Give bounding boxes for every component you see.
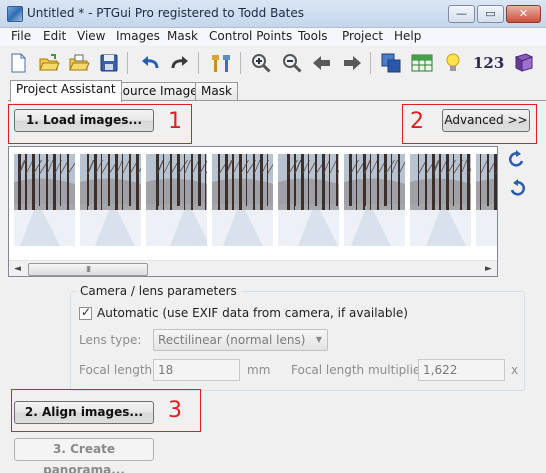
focal-length-input[interactable]: 18	[153, 359, 240, 381]
redo-icon[interactable]	[168, 51, 192, 75]
toolbar-separator	[198, 52, 199, 74]
menu-mask[interactable]: Mask	[167, 29, 198, 43]
annotation-number-3: 3	[168, 398, 182, 423]
checkmark-icon: ✓	[81, 305, 92, 319]
focal-multiplier-label: Focal length multiplier:	[291, 363, 430, 377]
toolbar: 123	[0, 46, 546, 80]
image-thumbnail[interactable]	[344, 154, 405, 246]
tools-icon[interactable]	[209, 51, 233, 75]
menu-help[interactable]: Help	[394, 29, 421, 43]
open-recent-icon[interactable]	[67, 51, 91, 75]
lens-type-value: Rectilinear (normal lens)	[158, 333, 306, 347]
new-file-icon[interactable]	[6, 51, 30, 75]
menu-project[interactable]: Project	[342, 29, 383, 43]
menu-view[interactable]: View	[77, 29, 105, 43]
panorama-editor-icon[interactable]	[379, 51, 403, 75]
thumbnail-strip[interactable]: ◄ III ►	[8, 146, 498, 277]
menu-tools[interactable]: Tools	[298, 29, 328, 43]
scrollbar-thumb[interactable]: III	[28, 263, 148, 276]
annotation-number-1: 1	[168, 109, 182, 134]
focal-multiplier-suffix: x	[511, 363, 519, 377]
window-title: Untitled * - PTGui Pro registered to Tod…	[27, 6, 305, 20]
automatic-exif-label: Automatic (use EXIF data from camera, if…	[97, 306, 408, 320]
app-icon	[7, 6, 23, 22]
focal-multiplier-input[interactable]: 1,622	[418, 359, 505, 381]
zoom-out-icon[interactable]	[280, 51, 304, 75]
tab-mask[interactable]: Mask	[195, 82, 238, 101]
image-thumbnail[interactable]	[14, 154, 75, 246]
lens-type-label: Lens type:	[79, 333, 142, 347]
lens-group-title: Camera / lens parameters	[76, 284, 241, 298]
create-panorama-button[interactable]: 3. Create panorama...	[14, 438, 154, 473]
back-arrow-icon[interactable]	[310, 51, 334, 75]
load-images-button[interactable]: 1. Load images...	[14, 109, 154, 132]
image-thumbnail[interactable]	[80, 154, 141, 246]
scroll-left-icon[interactable]: ◄	[9, 261, 26, 276]
focal-length-label: Focal length:	[79, 363, 157, 377]
menu-edit[interactable]: Edit	[43, 29, 66, 43]
menu-images[interactable]: Images	[116, 29, 160, 43]
table-icon[interactable]	[410, 51, 434, 75]
image-thumbnail[interactable]	[476, 154, 497, 246]
menu-bar: File Edit View Images Mask Control Point…	[0, 28, 546, 46]
tab-project-assistant[interactable]: Project Assistant	[10, 80, 122, 102]
tab-bar: Project Assistant Source Images Mask	[0, 80, 546, 102]
lens-type-select[interactable]: Rectilinear (normal lens) ▼	[153, 329, 328, 351]
toolbar-separator	[370, 52, 371, 74]
image-thumbnail[interactable]	[278, 154, 339, 246]
automatic-exif-checkbox[interactable]: ✓	[79, 305, 92, 320]
toolbar-separator	[127, 52, 128, 74]
minimize-button[interactable]: —	[448, 5, 475, 23]
numbers-icon[interactable]: 123	[473, 54, 504, 72]
image-thumbnail[interactable]	[212, 154, 273, 246]
align-images-button[interactable]: 2. Align images...	[14, 401, 154, 424]
toolbar-separator	[240, 52, 241, 74]
annotation-number-2: 2	[410, 109, 424, 134]
open-folder-icon[interactable]	[37, 51, 61, 75]
rotate-clockwise-icon[interactable]	[507, 178, 527, 198]
lightbulb-icon[interactable]	[441, 51, 465, 75]
forward-arrow-icon[interactable]	[340, 51, 364, 75]
menu-control-points[interactable]: Control Points	[209, 29, 292, 43]
rotate-counterclockwise-icon[interactable]	[507, 149, 527, 169]
title-bar: Untitled * - PTGui Pro registered to Tod…	[0, 0, 546, 28]
focal-length-unit: mm	[247, 363, 271, 377]
image-thumbnail[interactable]	[410, 154, 471, 246]
advanced-button[interactable]: Advanced >>	[442, 109, 530, 132]
menu-file[interactable]: File	[11, 29, 31, 43]
horizontal-scrollbar[interactable]: ◄ III ►	[9, 260, 497, 276]
maximize-button[interactable]: ▭	[477, 5, 504, 23]
image-thumbnail[interactable]	[146, 154, 207, 246]
close-button[interactable]: ✕	[506, 5, 541, 23]
chevron-down-icon: ▼	[315, 335, 322, 344]
zoom-in-icon[interactable]	[249, 51, 273, 75]
book-icon[interactable]	[512, 51, 536, 75]
scroll-right-icon[interactable]: ►	[480, 261, 497, 276]
undo-icon[interactable]	[138, 51, 162, 75]
save-icon[interactable]	[97, 51, 121, 75]
